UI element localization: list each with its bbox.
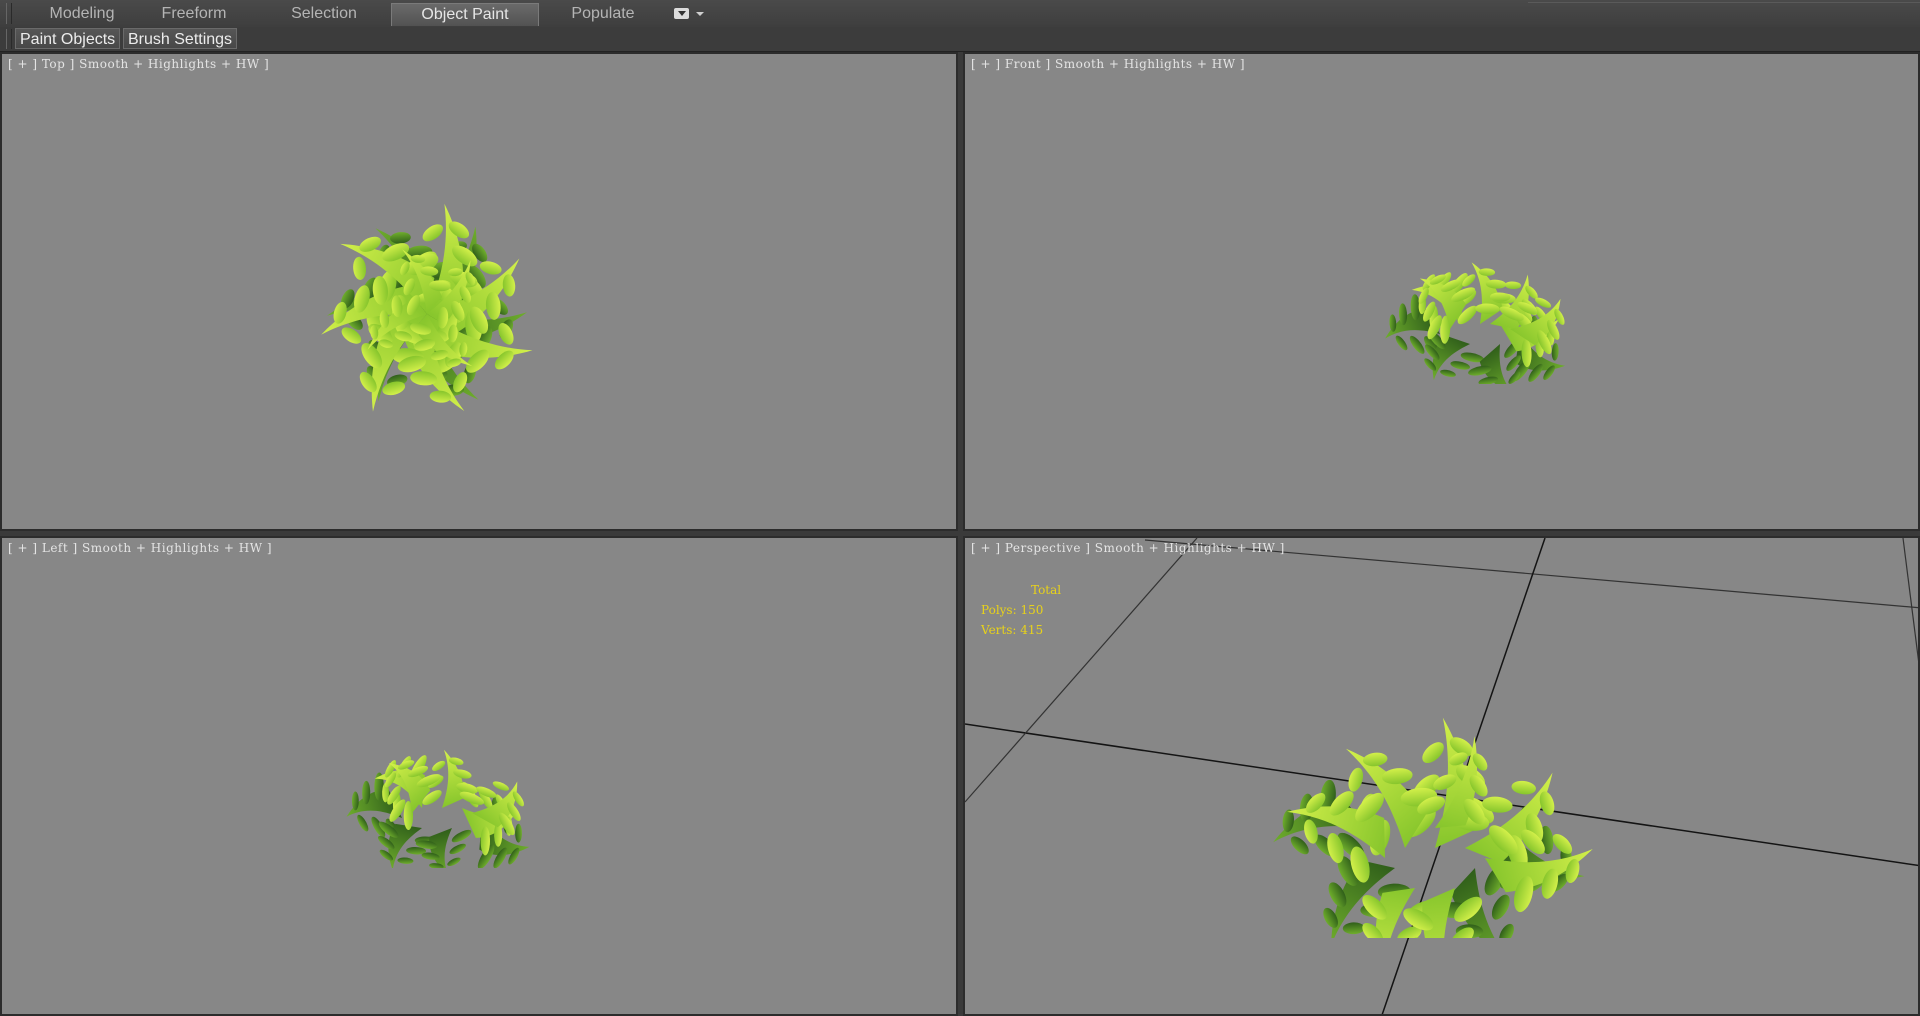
ribbon-options-icon[interactable] xyxy=(674,7,706,21)
viewport-top[interactable]: [ + ] Top ] Smooth + Highlights + HW ] xyxy=(0,52,958,531)
chevron-down-icon xyxy=(696,12,704,16)
tab-populate[interactable]: Populate xyxy=(556,3,650,25)
viewport-label-left[interactable]: [ + ] Left ] Smooth + Highlights + HW ] xyxy=(8,541,272,555)
ribbon-grip[interactable] xyxy=(6,3,12,24)
ribbon-tab-bar: Modeling Freeform Selection Object Paint… xyxy=(0,0,1920,28)
viewport-label-front[interactable]: [ + ] Front ] Smooth + Highlights + HW ] xyxy=(971,57,1245,71)
paint-objects-button[interactable]: Paint Objects xyxy=(15,28,121,49)
viewport-front[interactable]: [ + ] Front ] Smooth + Highlights + HW ] xyxy=(963,52,1920,531)
viewport-label-top[interactable]: [ + ] Top ] Smooth + Highlights + HW ] xyxy=(8,57,269,71)
ribbon-panel-bar: Paint Objects Brush Settings xyxy=(0,27,1920,52)
brush-settings-button[interactable]: Brush Settings xyxy=(123,28,238,49)
polygon-counter: Total Polys: 150 Verts: 415 xyxy=(981,580,1061,640)
plant-mesh-perspective[interactable] xyxy=(1265,638,1605,938)
viewport-perspective[interactable]: [ + ] Perspective ] Smooth + Highlights … xyxy=(963,536,1920,1016)
panel-grip[interactable] xyxy=(6,29,12,49)
viewport-left[interactable]: [ + ] Left ] Smooth + Highlights + HW ] xyxy=(0,536,958,1016)
divider xyxy=(1528,2,1920,3)
stats-verts: Verts: 415 xyxy=(981,623,1044,637)
tab-object-paint[interactable]: Object Paint xyxy=(391,3,539,26)
tab-selection[interactable]: Selection xyxy=(270,3,378,25)
plant-mesh-front[interactable] xyxy=(1325,224,1635,384)
stats-total-label: Total xyxy=(1031,583,1062,597)
stats-polys: Polys: 150 xyxy=(981,603,1044,617)
plant-mesh-top[interactable] xyxy=(302,184,552,444)
tab-modeling[interactable]: Modeling xyxy=(30,3,134,25)
plant-mesh-left[interactable] xyxy=(282,708,602,868)
tab-freeform[interactable]: Freeform xyxy=(144,3,244,25)
viewport-label-perspective[interactable]: [ + ] Perspective ] Smooth + Highlights … xyxy=(971,541,1285,555)
